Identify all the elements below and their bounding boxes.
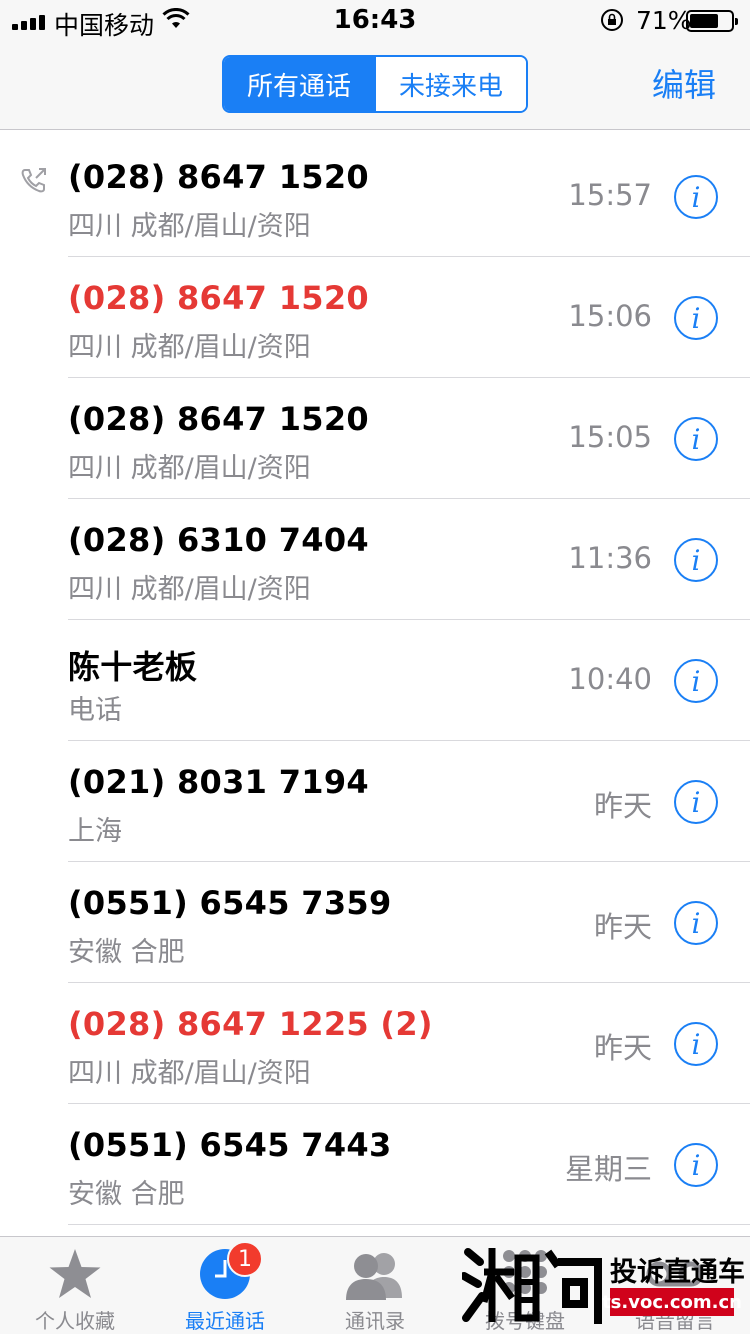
caller-location: 四川 成都/眉山/资阳 <box>68 1058 311 1089</box>
caller-location: 安徽 合肥 <box>68 1179 185 1210</box>
tab-label: 最近通话 <box>185 1309 265 1333</box>
caller-name: (028) 8647 1520 <box>68 279 369 317</box>
call-row[interactable]: (0551) 6545 7359 安徽 合肥 昨天 i <box>0 862 750 983</box>
call-row[interactable]: (028) 8647 1520 四川 成都/眉山/资阳 15:06 i <box>0 257 750 378</box>
battery-percentage: 71% <box>636 6 692 35</box>
caller-name: (0551) 6545 7359 <box>68 884 392 922</box>
edit-button[interactable]: 编辑 <box>652 60 716 106</box>
call-time: 星期三 <box>564 1152 652 1186</box>
call-time: 昨天 <box>593 1031 652 1065</box>
caller-location: 电话 <box>68 695 122 726</box>
row-divider <box>68 1224 750 1225</box>
watermark-url: ts.voc.com.cn <box>602 1288 742 1316</box>
caller-name: (028) 6310 7404 <box>68 521 369 559</box>
info-button[interactable]: i <box>674 1143 718 1187</box>
info-button[interactable]: i <box>674 780 718 824</box>
contacts-icon <box>340 1247 410 1301</box>
call-row[interactable]: (028) 8647 1520 四川 成都/眉山/资阳 15:57 i <box>0 136 750 257</box>
caller-name: (0551) 6545 7443 <box>68 1126 392 1164</box>
caller-location: 上海 <box>68 816 122 847</box>
caller-location: 四川 成都/眉山/资阳 <box>68 332 311 363</box>
missed-calls-badge: 1 <box>227 1241 263 1277</box>
tab-label: 个人收藏 <box>35 1309 115 1333</box>
watermark-title: 投诉直通车 <box>610 1257 745 1288</box>
tab-contacts[interactable]: 通讯录 <box>300 1237 450 1334</box>
tab-favorites[interactable]: 个人收藏 <box>0 1237 150 1334</box>
watermark-logo <box>460 1242 602 1334</box>
outgoing-call-icon <box>20 166 48 198</box>
info-button[interactable]: i <box>674 417 718 461</box>
segment-missed-calls[interactable]: 未接来电 <box>374 57 526 111</box>
status-bar: 中国移动 16:43 71% <box>0 0 750 40</box>
recent-calls-list: (028) 8647 1520 四川 成都/眉山/资阳 15:57 i (028) 86… <box>0 136 750 1225</box>
call-row[interactable]: (021) 8031 7194 上海 昨天 i <box>0 741 750 862</box>
call-row[interactable]: (0551) 6545 7443 安徽 合肥 星期三 i <box>0 1104 750 1225</box>
caller-name: (021) 8031 7194 <box>68 763 369 801</box>
tab-label: 通讯录 <box>345 1309 405 1333</box>
call-row[interactable]: (028) 8647 1225 (2) 四川 成都/眉山/资阳 昨天 i <box>0 983 750 1104</box>
caller-location: 四川 成都/眉山/资阳 <box>68 574 311 605</box>
caller-location: 四川 成都/眉山/资阳 <box>68 211 311 242</box>
star-icon <box>47 1247 103 1301</box>
call-time: 15:06 <box>568 299 652 333</box>
rotation-lock-icon <box>600 8 624 36</box>
call-row[interactable]: 陈十老板电话 10:40 i <box>0 620 750 741</box>
info-button[interactable]: i <box>674 1022 718 1066</box>
info-button[interactable]: i <box>674 659 718 703</box>
info-button[interactable]: i <box>674 296 718 340</box>
call-time: 15:57 <box>568 178 652 212</box>
call-time: 11:36 <box>568 541 652 575</box>
clock-icon: 1 <box>199 1241 263 1301</box>
tab-recents[interactable]: 1 最近通话 <box>150 1237 300 1334</box>
info-button[interactable]: i <box>674 901 718 945</box>
call-time: 昨天 <box>593 789 652 823</box>
call-filter-segmented-control: 所有通话 未接来电 <box>222 55 528 113</box>
caller-location: 安徽 合肥 <box>68 937 185 968</box>
call-row[interactable]: (028) 6310 7404 四川 成都/眉山/资阳 11:36 i <box>0 499 750 620</box>
battery-icon <box>686 10 738 32</box>
watermark: 投诉直通车 ts.voc.com.cn <box>460 1238 750 1334</box>
call-time: 10:40 <box>568 662 652 696</box>
navigation-bar: 所有通话 未接来电 编辑 <box>0 40 750 130</box>
caller-location: 四川 成都/眉山/资阳 <box>68 453 311 484</box>
caller-name: (028) 8647 1225 (2) <box>68 1005 433 1043</box>
caller-name: (028) 8647 1520 <box>68 400 369 438</box>
caller-name: (028) 8647 1520 <box>68 158 369 196</box>
info-button[interactable]: i <box>674 175 718 219</box>
call-row[interactable]: (028) 8647 1520 四川 成都/眉山/资阳 15:05 i <box>0 378 750 499</box>
caller-name: 陈十老板 <box>68 648 198 686</box>
segment-all-calls[interactable]: 所有通话 <box>224 57 374 111</box>
info-button[interactable]: i <box>674 538 718 582</box>
call-time: 15:05 <box>568 420 652 454</box>
call-time: 昨天 <box>593 910 652 944</box>
